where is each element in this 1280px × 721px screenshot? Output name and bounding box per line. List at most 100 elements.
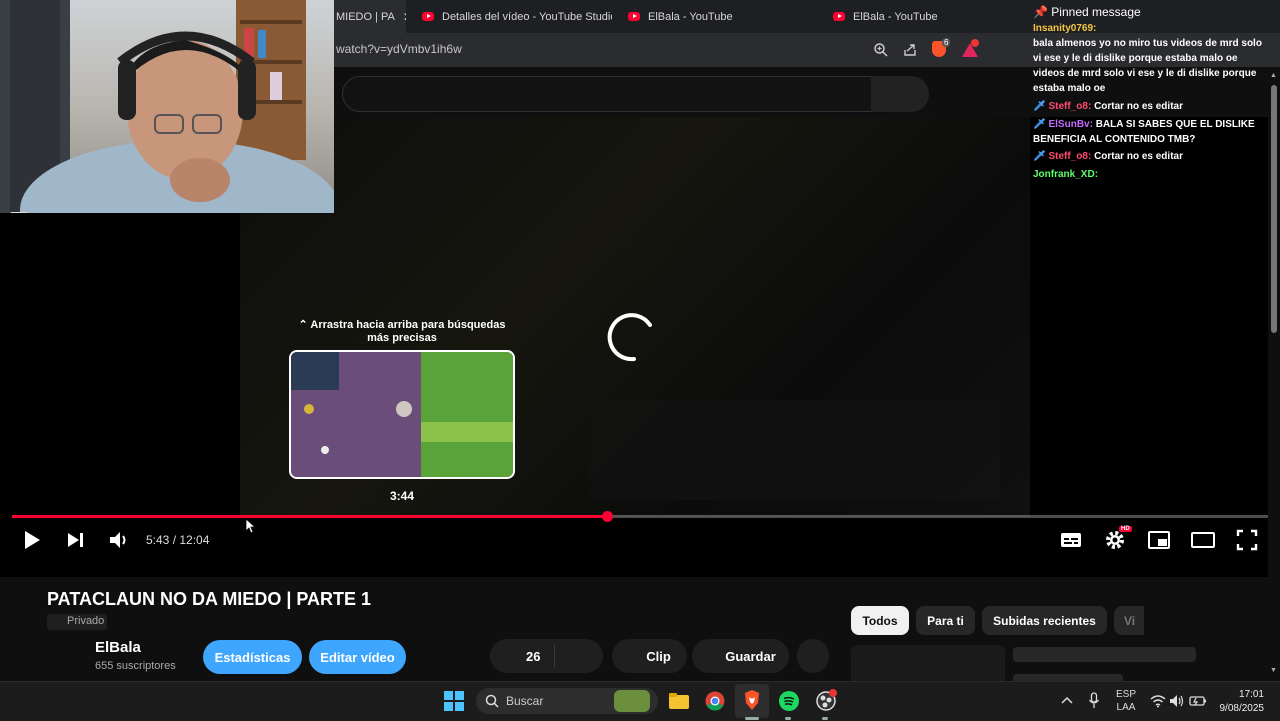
chat-username: ElSunBv — [1048, 119, 1090, 130]
fullscreen-icon[interactable] — [1235, 527, 1259, 553]
scrubber-handle[interactable] — [602, 511, 613, 522]
preview-frame-image — [291, 352, 513, 477]
chip-para-ti[interactable]: Para ti — [916, 606, 975, 635]
taskbar-search-placeholder: Buscar — [506, 694, 544, 708]
more-actions-button[interactable] — [797, 639, 829, 673]
scrollbar-thumb[interactable] — [1271, 85, 1277, 333]
file-explorer-icon[interactable] — [668, 691, 690, 711]
brave-icon[interactable] — [743, 690, 761, 711]
chat-message: 🗡 Steff_o8: Cortar no es editar — [1033, 101, 1183, 112]
sword-icon: 🗡 — [1033, 151, 1046, 162]
tab-elbala-2[interactable]: ElBala - YouTube — [833, 0, 1023, 33]
tab-label: ElBala - YouTube — [853, 10, 938, 23]
pinned-label: Pinned message — [1051, 5, 1141, 19]
share-icon[interactable] — [902, 42, 918, 58]
webcam-overlay — [0, 0, 334, 213]
subscriber-count: 655 suscriptores — [95, 660, 176, 672]
chip-todos[interactable]: Todos — [851, 606, 909, 635]
clip-label: Clip — [646, 648, 671, 664]
chip-more[interactable]: Vi — [1114, 606, 1144, 635]
tab-label: MIEDO | PA — [336, 10, 395, 23]
volume-icon[interactable] — [108, 527, 130, 553]
edit-video-button[interactable]: Editar vídeo — [309, 640, 406, 674]
chip-subidas-recientes[interactable]: Subidas recientes — [982, 606, 1107, 635]
chat-message: 🗡 Steff_o8: Cortar no es editar — [1033, 151, 1183, 162]
clip-button[interactable]: Clip — [612, 639, 687, 673]
chat-message: Jonfrank_XD: — [1033, 169, 1099, 180]
seek-hint-text: Arrastra hacia arriba para búsquedas más… — [310, 319, 506, 344]
clock[interactable]: 17:01 9/08/2025 — [1214, 688, 1265, 716]
channel-avatar[interactable] — [47, 640, 87, 680]
url-text[interactable]: watch?v=ydVmbv1ih6w — [336, 42, 462, 56]
language-indicator[interactable]: ESP LAA — [1112, 688, 1140, 714]
chevron-up-icon[interactable] — [1061, 695, 1073, 705]
live-chat-overlay: 📌 Pinned message Insanity0769: bala alme… — [1030, 0, 1268, 200]
page-scrollbar[interactable]: ▲ ▼ — [1268, 67, 1280, 681]
subtitles-icon[interactable] — [1059, 527, 1083, 553]
play-icon[interactable] — [22, 527, 42, 553]
close-tab-icon[interactable]: ✕ — [403, 10, 406, 24]
keyboard-layout: LAA — [1116, 702, 1136, 713]
chat-text: bala almenos yo no miro tus videos de mr… — [1033, 38, 1262, 94]
sword-icon: 🗡 — [1033, 119, 1046, 130]
clock-time: 17:01 — [1238, 689, 1264, 700]
chat-username: Insanity0769 — [1033, 23, 1094, 34]
chevrons-up-icon: ⌃ — [298, 319, 308, 331]
tab-elbala-1[interactable]: ElBala - YouTube — [628, 0, 818, 33]
mouse-cursor-icon — [245, 518, 255, 534]
like-button[interactable]: 26 — [490, 639, 603, 673]
windows-start-icon[interactable] — [444, 691, 464, 711]
progress-played — [12, 515, 607, 518]
scroll-down-icon[interactable]: ▼ — [1270, 667, 1277, 674]
search-button[interactable] — [871, 76, 929, 112]
miniplayer-icon[interactable] — [1147, 527, 1171, 553]
like-divider — [554, 645, 555, 667]
windows-taskbar: Buscar ESP LAA 17:01 9/08/2025 — [0, 681, 1280, 721]
next-icon[interactable] — [66, 527, 86, 553]
loading-spinner-icon — [607, 313, 652, 362]
video-frame-dark — [590, 400, 1000, 500]
chat-username: Jonfrank_XD — [1033, 169, 1095, 180]
scroll-up-icon[interactable]: ▲ — [1270, 72, 1277, 79]
youtube-favicon-icon — [833, 12, 845, 21]
rewards-dot — [971, 39, 979, 47]
search-highlight-icon — [614, 690, 650, 712]
youtube-favicon-icon — [628, 12, 640, 21]
battery-icon[interactable] — [1189, 694, 1207, 708]
speaker-icon[interactable] — [1169, 694, 1185, 708]
chip-label: Para ti — [927, 613, 964, 628]
tab-current[interactable]: MIEDO | PA ✕ — [334, 0, 406, 33]
recommended-meta-placeholder — [1013, 674, 1123, 681]
chat-message: Insanity0769: bala almenos yo no miro tu… — [1033, 23, 1262, 94]
search-input[interactable] — [342, 76, 872, 112]
microphone-icon[interactable] — [1088, 692, 1100, 710]
chrome-icon[interactable] — [705, 691, 725, 711]
zoom-icon[interactable] — [873, 42, 889, 58]
wifi-icon[interactable] — [1150, 694, 1166, 708]
privacy-badge: Privado — [47, 614, 107, 630]
chip-label: Todos — [862, 613, 898, 628]
stream-overlay-logo — [10, 212, 28, 213]
channel-name[interactable]: ElBala — [95, 639, 141, 656]
search-icon — [485, 694, 499, 708]
pinned-header: 📌 Pinned message — [1033, 5, 1269, 20]
stats-button-label: Estadísticas — [214, 649, 291, 665]
spotify-icon[interactable] — [779, 691, 799, 711]
recording-dot — [829, 689, 837, 697]
chat-message: 🗡 ElSunBv: BALA SI SABES QUE EL DISLIKE … — [1033, 119, 1255, 145]
youtube-favicon-icon — [422, 12, 434, 21]
save-button[interactable]: Guardar — [692, 639, 789, 673]
time-display: 5:43 / 12:04 — [146, 533, 210, 547]
tab-youtube-studio[interactable]: Detalles del vídeo - YouTube Studio — [422, 0, 612, 33]
chat-text: Cortar no es editar — [1094, 151, 1183, 162]
theater-mode-icon[interactable] — [1191, 527, 1215, 553]
recommended-title-placeholder — [1013, 647, 1196, 662]
clock-date: 9/08/2025 — [1219, 703, 1265, 714]
stats-button[interactable]: Estadísticas — [203, 640, 302, 674]
like-count: 26 — [526, 648, 541, 664]
recommended-thumbnail-placeholder[interactable] — [851, 645, 1005, 681]
taskbar-search-box[interactable]: Buscar — [476, 688, 658, 714]
chat-username: Steff_o8 — [1048, 101, 1088, 112]
hd-badge: HD — [1119, 526, 1132, 532]
brave-badge: 6 — [942, 38, 951, 47]
